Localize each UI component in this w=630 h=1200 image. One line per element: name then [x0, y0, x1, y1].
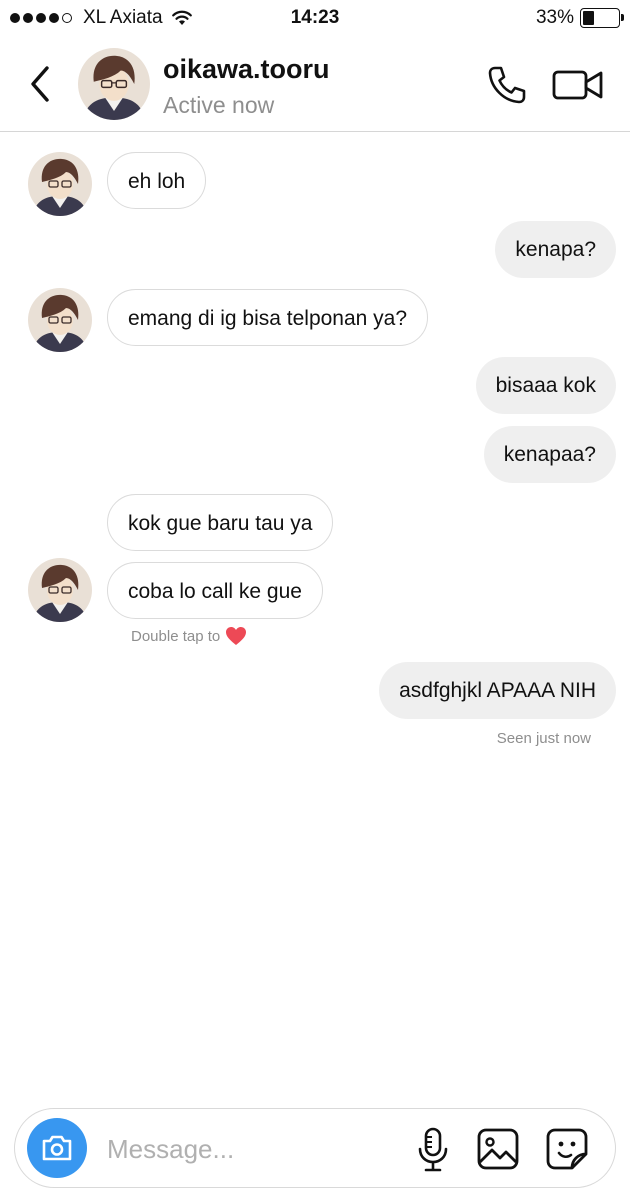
- heart-icon: [225, 626, 247, 646]
- message-bubble-incoming[interactable]: coba lo call ke gue: [107, 562, 323, 619]
- voice-message-button[interactable]: [413, 1127, 453, 1173]
- sender-avatar[interactable]: [28, 152, 92, 216]
- message-bubble-outgoing[interactable]: kenapaa?: [483, 426, 616, 483]
- sticker-button[interactable]: [545, 1127, 589, 1171]
- wifi-icon: [171, 10, 193, 26]
- avatar-image: [28, 558, 92, 622]
- sticker-icon: [546, 1128, 588, 1170]
- message-bubble-incoming[interactable]: eh loh: [107, 152, 207, 209]
- signal-strength-icon: [10, 13, 75, 23]
- microphone-icon: [418, 1127, 448, 1172]
- seen-receipt: Seen just now: [496, 730, 591, 747]
- chat-username[interactable]: oikawa.tooru: [163, 54, 330, 85]
- header-avatar[interactable]: [78, 48, 150, 120]
- message-bubble-incoming[interactable]: emang di ig bisa telponan ya?: [107, 289, 429, 346]
- active-status: Active now: [163, 92, 275, 118]
- message-bubble-incoming[interactable]: kok gue baru tau ya: [107, 494, 334, 551]
- avatar: [78, 48, 150, 120]
- battery-percent: 33%: [535, 7, 574, 28]
- gallery-icon: [477, 1128, 519, 1170]
- message-bubble-outgoing[interactable]: kenapa?: [495, 221, 616, 278]
- back-button[interactable]: [22, 62, 58, 106]
- camera-button[interactable]: [27, 1118, 87, 1178]
- carrier-name: XL Axiata: [83, 7, 163, 28]
- message-composer: [14, 1108, 616, 1188]
- status-bar: XL Axiata 14:23 33%: [0, 0, 630, 38]
- video-camera-icon: [552, 70, 603, 100]
- chat-header: oikawa.tooru Active now: [0, 38, 630, 132]
- camera-icon: [42, 1135, 72, 1161]
- call-button[interactable]: [486, 64, 528, 106]
- gallery-button[interactable]: [476, 1127, 520, 1171]
- video-call-button[interactable]: [552, 66, 604, 104]
- double-tap-hint: Double tap to: [131, 626, 247, 646]
- sender-avatar[interactable]: [28, 288, 92, 352]
- avatar-image: [28, 288, 92, 352]
- message-bubble-outgoing[interactable]: bisaaa kok: [475, 357, 616, 414]
- sender-avatar[interactable]: [28, 558, 92, 622]
- avatar-image: [28, 152, 92, 216]
- battery-icon: [580, 8, 624, 28]
- back-chevron-icon: [31, 66, 49, 102]
- message-input[interactable]: [107, 1129, 397, 1169]
- phone-icon: [488, 66, 526, 104]
- double-tap-hint-text: Double tap to: [131, 627, 221, 645]
- message-bubble-outgoing[interactable]: asdfghjkl APAAA NIH: [379, 662, 616, 719]
